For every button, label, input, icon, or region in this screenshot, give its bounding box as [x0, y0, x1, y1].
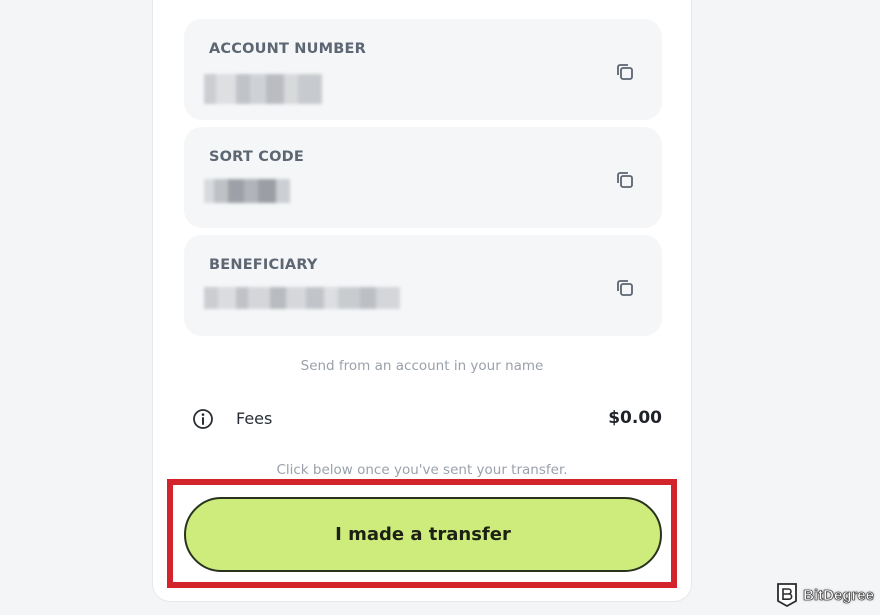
- sort-code-value-redacted: [204, 179, 290, 203]
- send-from-hint: Send from an account in your name: [300, 358, 544, 374]
- copy-icon[interactable]: [614, 61, 636, 83]
- beneficiary-value-redacted: [204, 287, 400, 309]
- info-icon[interactable]: [192, 408, 214, 430]
- copy-icon[interactable]: [614, 277, 636, 299]
- watermark-text: BitDegree: [803, 586, 874, 604]
- i-made-a-transfer-button[interactable]: I made a transfer: [184, 497, 662, 572]
- copy-icon[interactable]: [614, 169, 636, 191]
- fees-amount: $0.00: [608, 408, 662, 428]
- field-label: BENEFICIARY: [209, 257, 318, 273]
- bitdegree-logo-icon: [777, 583, 798, 608]
- field-label: ACCOUNT NUMBER: [209, 41, 366, 57]
- beneficiary-field: BENEFICIARY: [184, 235, 662, 336]
- fees-label: Fees: [236, 409, 273, 428]
- sort-code-field: SORT CODE: [184, 127, 662, 228]
- account-number-field: ACCOUNT NUMBER: [184, 19, 662, 120]
- bitdegree-watermark: BitDegree: [775, 581, 874, 609]
- field-label: SORT CODE: [209, 149, 304, 165]
- transfer-hint: Click below once you've sent your transf…: [276, 462, 568, 478]
- account-number-value-redacted: [204, 74, 322, 104]
- fees-row: Fees $0.00: [192, 406, 662, 432]
